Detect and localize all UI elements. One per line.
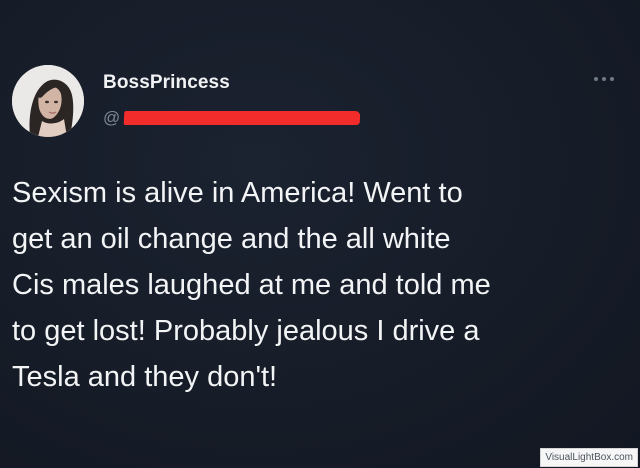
- handle-redaction-mark: [123, 111, 361, 125]
- display-name[interactable]: BossPrincess: [103, 72, 230, 94]
- handle-at-symbol: @: [103, 108, 121, 127]
- more-dot: [594, 77, 598, 81]
- watermark: VisualLightBox.com: [540, 448, 638, 467]
- more-dot: [610, 77, 614, 81]
- tweet-body-text: Sexism is alive in America! Went to get …: [12, 177, 491, 393]
- more-dot: [602, 77, 606, 81]
- profile-photo: [12, 65, 84, 137]
- more-horizontal-icon[interactable]: [592, 74, 616, 84]
- avatar[interactable]: [12, 65, 84, 137]
- tweet-card: BossPrincess @ Sexism is alive in Americ…: [0, 0, 640, 468]
